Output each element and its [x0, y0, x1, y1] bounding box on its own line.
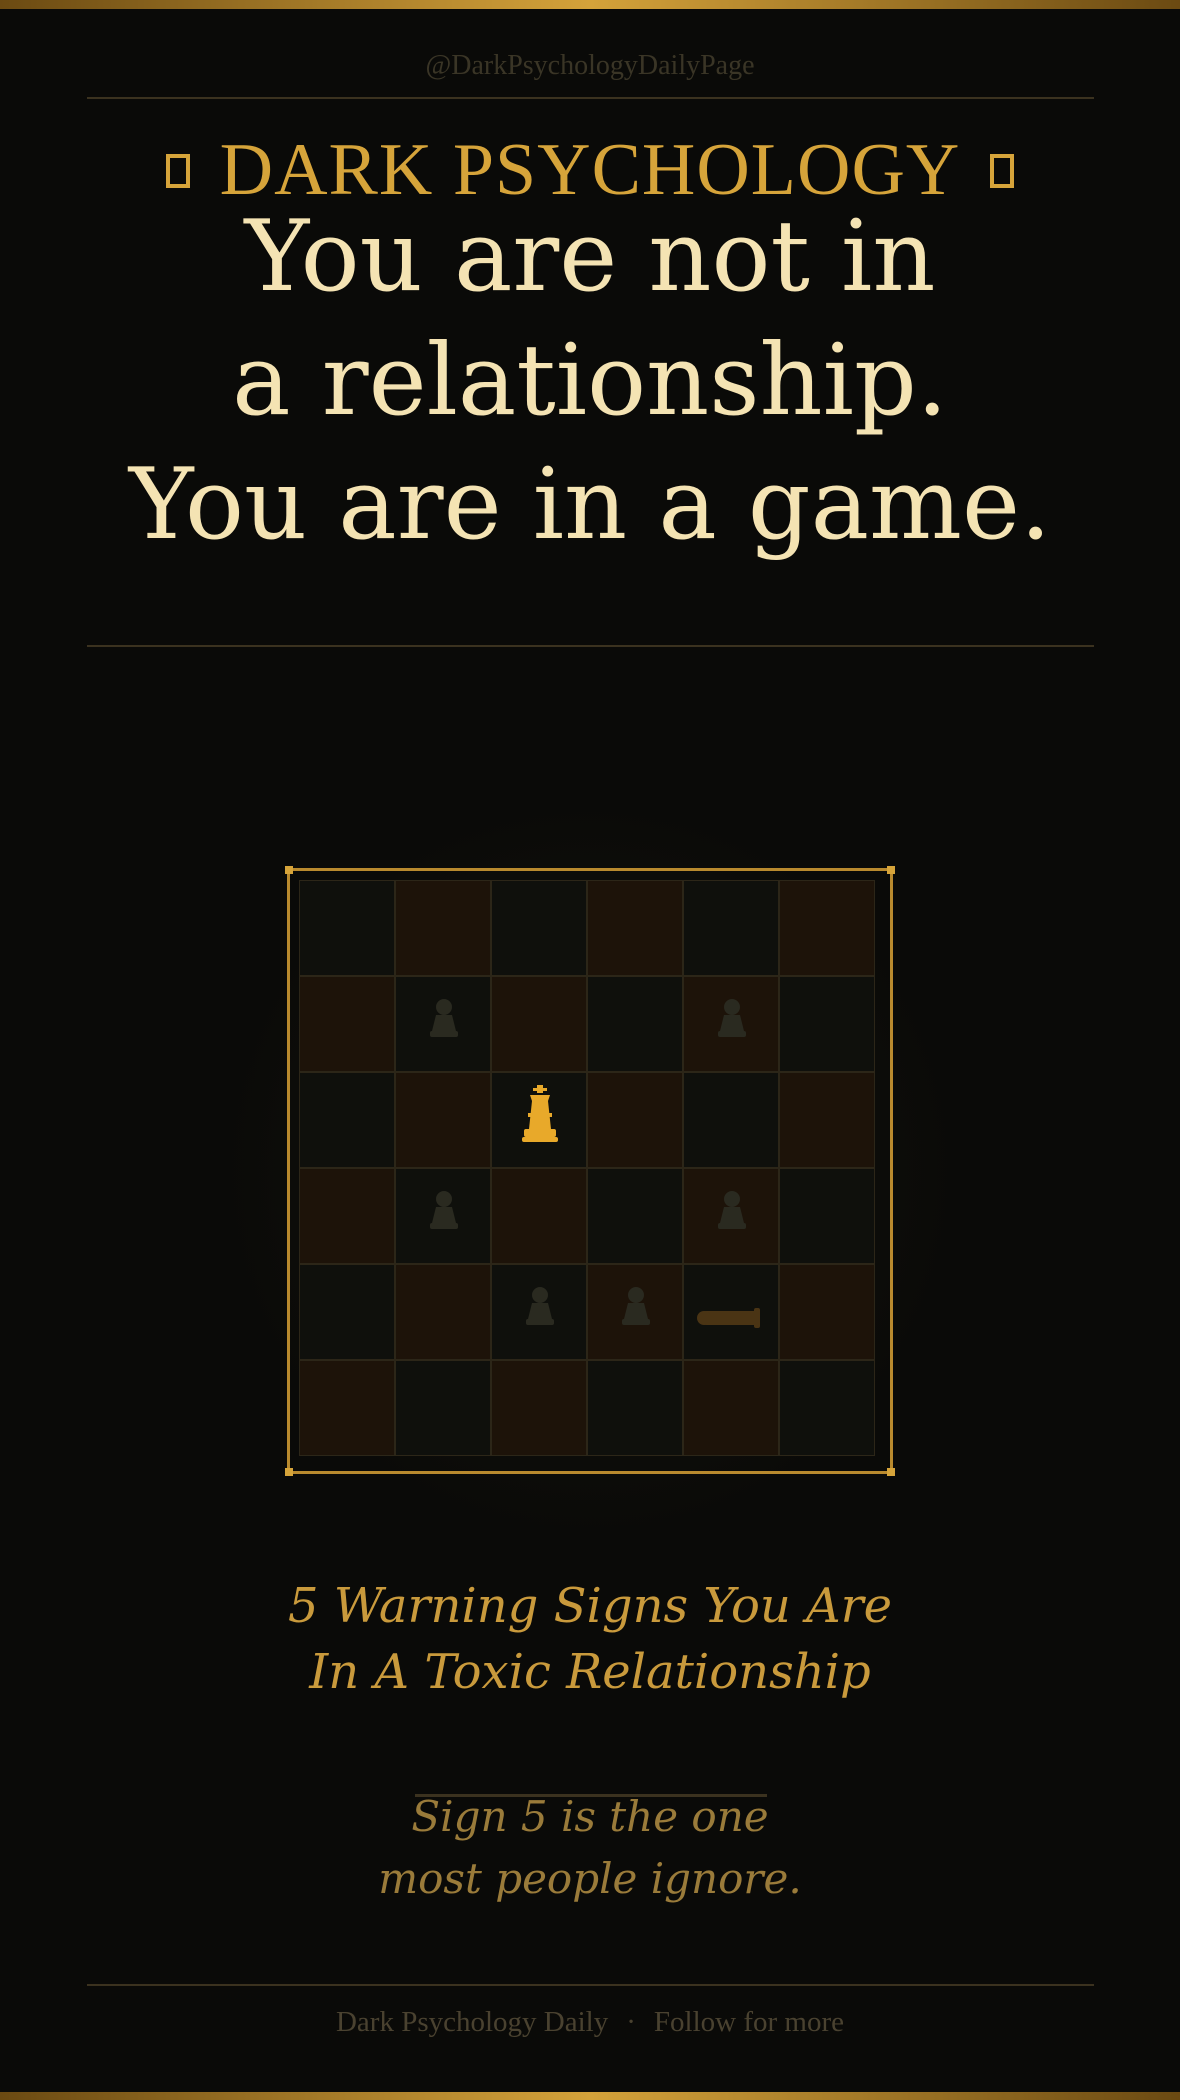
footer-separator: · [626, 2006, 636, 2038]
board-square [395, 880, 491, 976]
divider-top [87, 97, 1094, 99]
divider-bottom [87, 1984, 1094, 1986]
chess-board-illustration [285, 866, 895, 1476]
headline-line-1: You are not in [244, 200, 936, 314]
pawn-piece-icon [430, 999, 458, 1037]
board-square [683, 1264, 779, 1360]
footer-brand-name: Dark Psychology Daily [335, 2006, 609, 2038]
board-square [779, 1360, 875, 1456]
subtitle-line-2: In A Toxic Relationship [309, 1644, 871, 1700]
square-ornament-icon [990, 154, 1015, 189]
board-square [587, 1072, 683, 1168]
pawn-piece-icon [622, 1287, 650, 1325]
board-square [395, 1264, 491, 1360]
post-page: @DarkPsychologyDailyPage DARK PSYCHOLOGY… [0, 0, 1180, 2100]
board-square [395, 1360, 491, 1456]
pawn-piece-icon [718, 1191, 746, 1229]
frame-corner [887, 866, 895, 874]
headline-line-3: You are in a game. [128, 448, 1052, 562]
board-square [491, 1072, 587, 1168]
board-square [299, 976, 395, 1072]
board-square [395, 1168, 491, 1264]
board-square [587, 976, 683, 1072]
footer-cta[interactable]: Follow for more [654, 2006, 844, 2038]
pawn-piece-icon [430, 1191, 458, 1229]
board-square [779, 1168, 875, 1264]
board-square [587, 1360, 683, 1456]
pawn-piece-icon [718, 999, 746, 1037]
board-square [683, 976, 779, 1072]
frame-corner [285, 866, 293, 874]
teaser-text: Sign 5 is the one most people ignore. [0, 1786, 1180, 1910]
teaser-line-1: Sign 5 is the one [411, 1792, 769, 1841]
board-square [299, 1168, 395, 1264]
bottom-gold-bar [0, 2092, 1180, 2100]
headline-line-2: a relationship. [232, 324, 948, 438]
board-square [779, 976, 875, 1072]
board-square [491, 1168, 587, 1264]
board-square [491, 1264, 587, 1360]
board-square [491, 976, 587, 1072]
board-square [395, 1072, 491, 1168]
board-square [779, 880, 875, 976]
king-piece-icon [522, 1085, 558, 1142]
board-square [587, 1168, 683, 1264]
board-square [587, 1264, 683, 1360]
subtitle-line-1: 5 Warning Signs You Are [287, 1578, 893, 1634]
frame-corner [285, 1468, 293, 1476]
board-square [683, 1072, 779, 1168]
board-square [395, 976, 491, 1072]
board-square [491, 1360, 587, 1456]
board-square [779, 1264, 875, 1360]
board-square [587, 880, 683, 976]
board-square [779, 1072, 875, 1168]
frame-corner [887, 1468, 895, 1476]
pawn-piece-icon [526, 1287, 554, 1325]
board-square [683, 880, 779, 976]
board-square [491, 880, 587, 976]
divider-middle [87, 645, 1094, 647]
board-square [683, 1360, 779, 1456]
carousel-subtitle: 5 Warning Signs You Are In A Toxic Relat… [0, 1573, 1180, 1705]
board-square [683, 1168, 779, 1264]
board-square [299, 1072, 395, 1168]
headline: You are not in a relationship. You are i… [0, 195, 1180, 567]
board-square [299, 880, 395, 976]
account-handle: @DarkPsychologyDailyPage [425, 50, 755, 81]
footer: Dark Psychology Daily · Follow for more [0, 2006, 1180, 2039]
board-grid [299, 880, 875, 1456]
top-gold-bar [0, 0, 1180, 9]
square-ornament-icon [165, 154, 190, 189]
board-square [299, 1360, 395, 1456]
board-square [299, 1264, 395, 1360]
fallen-piece-icon [697, 1308, 760, 1328]
teaser-line-2: most people ignore. [378, 1854, 802, 1903]
